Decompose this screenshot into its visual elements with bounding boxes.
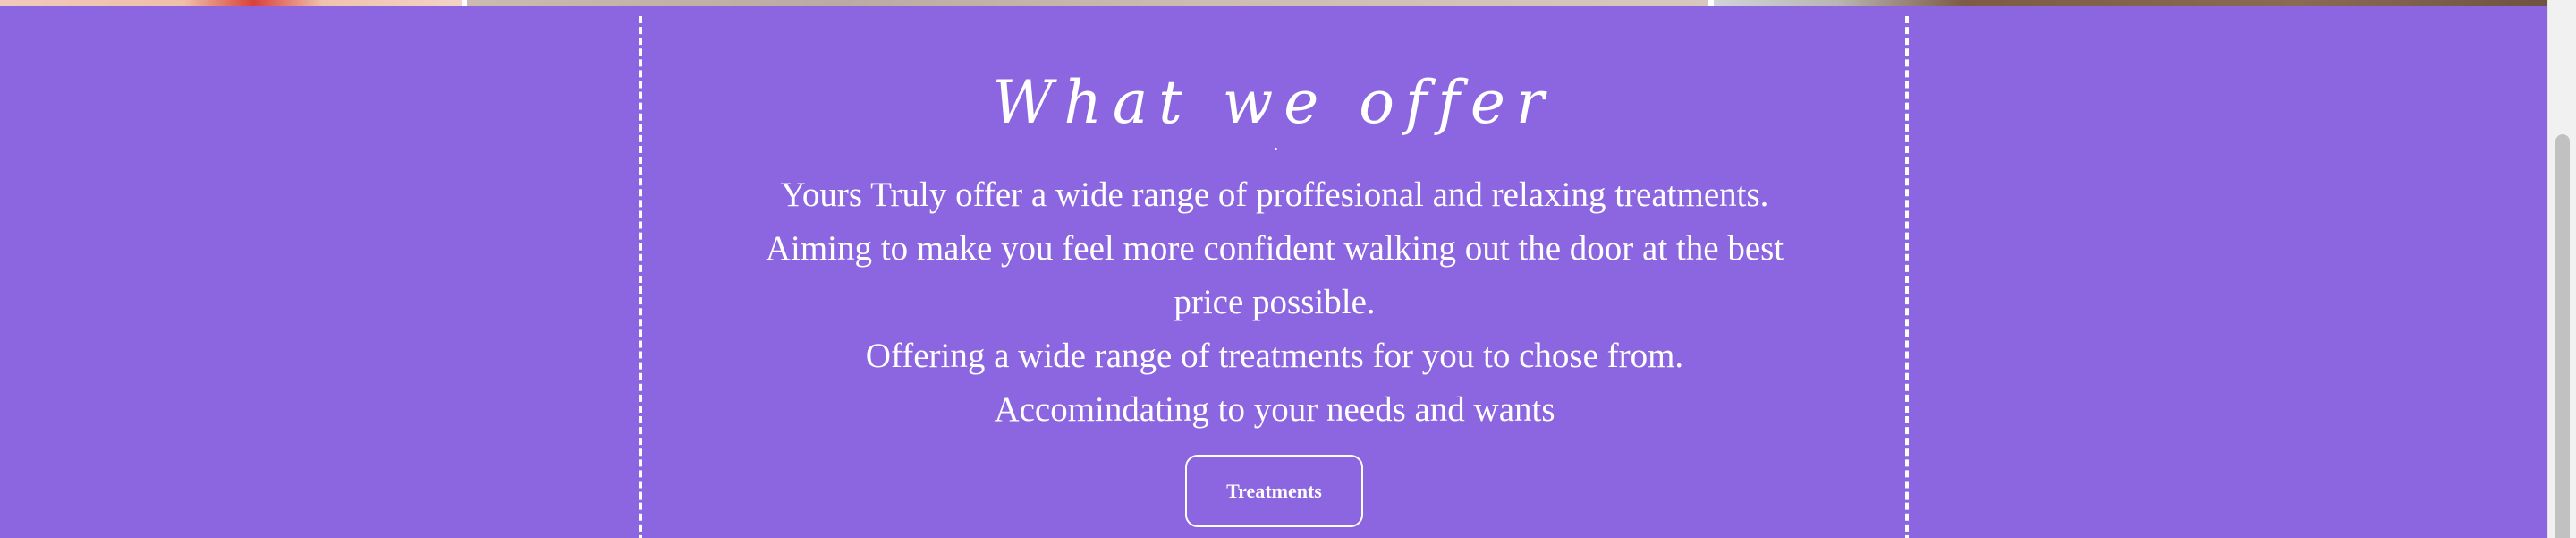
description-line-1: Yours Truly offer a wide range of proffe…: [780, 175, 1769, 214]
gallery-image[interactable]: [0, 0, 462, 6]
gallery-image-strip: [0, 0, 2547, 6]
section-title: What we offer: [992, 68, 1555, 137]
offer-description: Yours Truly offer a wide range of proffe…: [751, 168, 1798, 437]
description-line-3: Offering a wide range of treatments for …: [865, 337, 1684, 375]
gallery-image[interactable]: [467, 0, 1708, 6]
description-line-2: Aiming to make you feel more confident w…: [765, 229, 1784, 321]
treatments-button[interactable]: Treatments: [1185, 455, 1363, 527]
description-line-4: Accomindating to your needs and wants: [994, 390, 1555, 429]
what-we-offer-section: What we offer Yours Truly offer a wide r…: [0, 0, 2547, 538]
gallery-image[interactable]: [1714, 0, 2547, 6]
page-scrollbar[interactable]: [2547, 0, 2576, 538]
title-underline-dot: [1275, 148, 1277, 150]
scrollbar-thumb[interactable]: [2555, 134, 2570, 538]
page: What we offer Yours Truly offer a wide r…: [0, 0, 2576, 538]
